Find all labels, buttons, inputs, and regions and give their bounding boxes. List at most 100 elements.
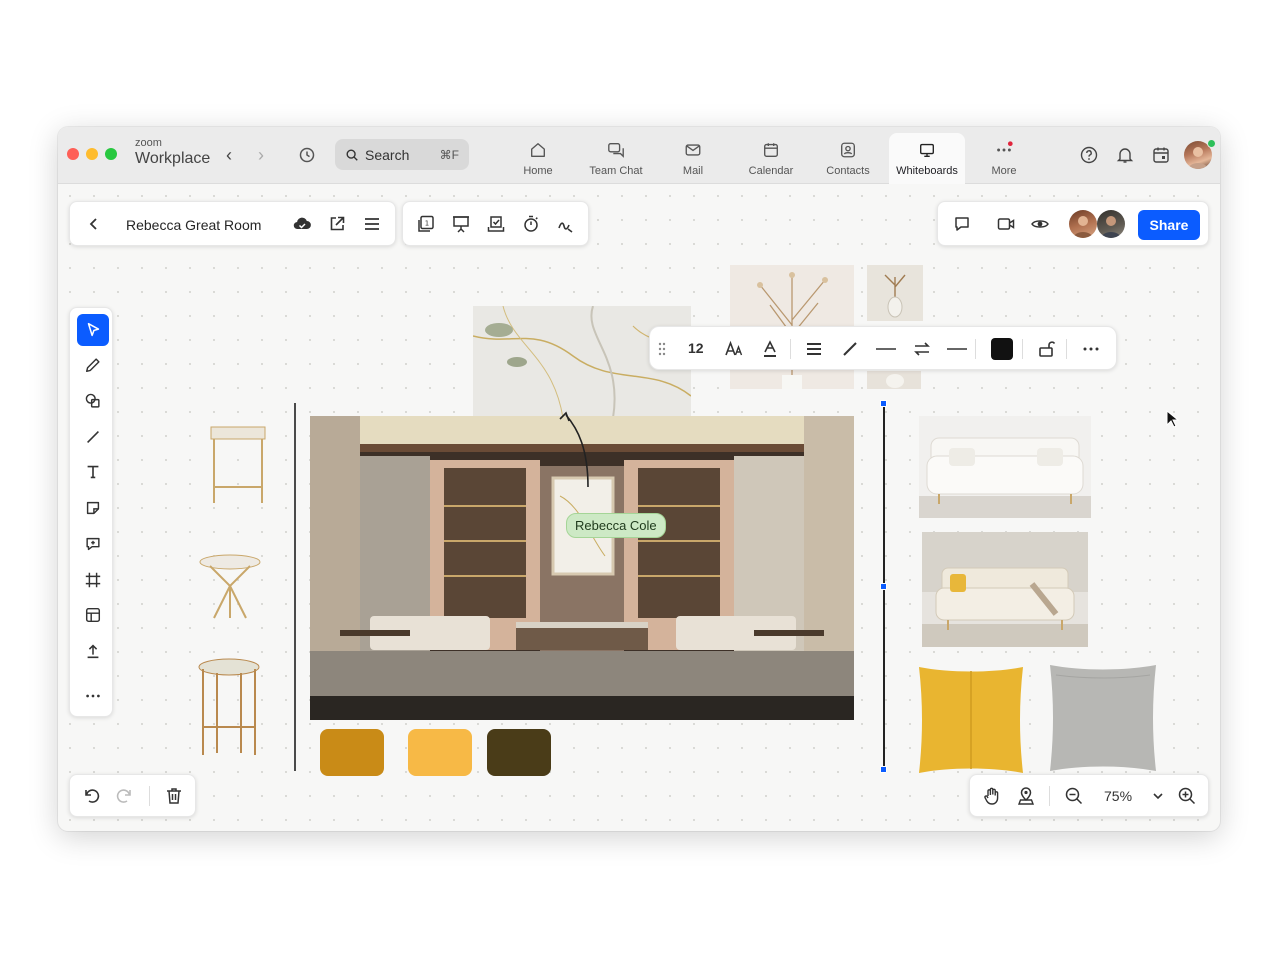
shapes-tool[interactable]	[77, 385, 109, 417]
notifications-icon[interactable]	[1115, 145, 1135, 165]
zoom-window-button[interactable]	[105, 148, 117, 160]
text-size-icon[interactable]	[724, 339, 744, 359]
cloud-sync-icon[interactable]	[292, 214, 312, 234]
search-icon	[346, 148, 358, 161]
follow-view-icon[interactable]	[1030, 214, 1050, 234]
tab-team-chat-label: Team Chat	[589, 164, 643, 177]
app-logo: zoom Workplace	[135, 138, 210, 167]
white-sofa-image[interactable]	[919, 416, 1091, 518]
zoom-in-icon[interactable]	[1177, 786, 1197, 806]
pen-tool[interactable]	[77, 349, 109, 381]
side-table-tall-image[interactable]	[195, 657, 263, 761]
arrow-direction-icon[interactable]	[912, 339, 932, 359]
color-swatch[interactable]	[320, 729, 384, 776]
zoom-level[interactable]: 75%	[1104, 788, 1132, 804]
line-end-icon[interactable]	[947, 339, 967, 359]
connector-arrow[interactable]	[558, 409, 598, 489]
help-icon[interactable]	[1079, 145, 1099, 165]
frame-tool[interactable]	[77, 564, 109, 596]
format-toolbar: 12	[649, 326, 1117, 370]
tab-mail[interactable]: Mail	[655, 133, 731, 184]
upload-tool[interactable]	[77, 635, 109, 667]
line-tool[interactable]	[77, 421, 109, 453]
close-window-button[interactable]	[67, 148, 79, 160]
cursor-arrow-icon	[87, 322, 100, 337]
back-icon[interactable]	[84, 214, 104, 234]
frame-icon	[85, 572, 101, 588]
separator	[1022, 339, 1023, 359]
gray-pillow-image[interactable]	[1044, 661, 1162, 775]
tab-team-chat[interactable]: Team Chat	[578, 133, 654, 184]
contacts-icon	[841, 142, 855, 157]
brand-small: zoom	[135, 137, 162, 149]
templates-tool[interactable]	[77, 599, 109, 631]
color-picker[interactable]	[991, 338, 1013, 360]
home-icon	[531, 142, 545, 157]
decor-image[interactable]	[867, 371, 921, 389]
tab-calendar[interactable]: Calendar	[733, 133, 809, 184]
collaborator-avatar[interactable]	[1069, 210, 1097, 238]
delete-icon[interactable]	[164, 786, 184, 806]
video-icon[interactable]	[996, 214, 1016, 234]
more-options-icon[interactable]	[1081, 339, 1101, 359]
more-horizontal-icon	[86, 694, 100, 698]
app-window: zoom Workplace ‹ › Search ⌘F Home Team C…	[58, 127, 1220, 831]
vote-icon[interactable]	[486, 214, 506, 234]
share-button[interactable]: Share	[1138, 210, 1200, 240]
hand-pan-icon[interactable]	[982, 786, 1002, 806]
undo-icon[interactable]	[81, 786, 101, 806]
divider-line	[294, 403, 296, 771]
selection-handle[interactable]	[880, 583, 887, 590]
comment-tool[interactable]	[77, 528, 109, 560]
side-table-square-image[interactable]	[205, 423, 271, 507]
board-title[interactable]: Rebecca Great Room	[126, 217, 261, 233]
chat-icon	[608, 142, 624, 158]
comments-icon[interactable]	[952, 214, 972, 234]
separator	[149, 786, 150, 806]
side-table-round-image[interactable]	[196, 552, 264, 622]
redo-icon[interactable]	[115, 786, 135, 806]
color-swatch[interactable]	[487, 729, 551, 776]
forward-arrow-icon[interactable]: ›	[258, 145, 264, 166]
tab-contacts[interactable]: Contacts	[810, 133, 886, 184]
search-input[interactable]: Search ⌘F	[335, 139, 469, 170]
history-icon[interactable]	[297, 145, 317, 165]
tab-whiteboards[interactable]: Whiteboards	[889, 133, 965, 184]
open-external-icon[interactable]	[327, 214, 347, 234]
selection-handle[interactable]	[880, 766, 887, 773]
calendar-widget-icon[interactable]	[1151, 145, 1171, 165]
tab-home[interactable]: Home	[500, 133, 576, 184]
color-swatch[interactable]	[408, 729, 472, 776]
menu-icon[interactable]	[362, 214, 382, 234]
chevron-down-icon[interactable]	[1148, 786, 1168, 806]
sticky-note-tool[interactable]	[77, 492, 109, 524]
minimize-window-button[interactable]	[86, 148, 98, 160]
tab-calendar-label: Calendar	[748, 164, 794, 177]
laser-pointer-icon[interactable]	[556, 214, 576, 234]
present-icon[interactable]	[451, 214, 471, 234]
back-arrow-icon[interactable]: ‹	[226, 145, 232, 166]
locate-icon[interactable]	[1016, 786, 1036, 806]
collaborator-avatar[interactable]	[1097, 210, 1125, 238]
more-tools[interactable]	[77, 680, 109, 712]
drag-handle-icon[interactable]	[652, 339, 672, 359]
yellow-pillow-image[interactable]	[913, 663, 1029, 777]
text-color-icon[interactable]	[760, 339, 780, 359]
timer-icon[interactable]	[521, 214, 541, 234]
pages-icon[interactable]: 1	[416, 214, 436, 234]
text-tool[interactable]	[77, 456, 109, 488]
font-size-select[interactable]: 12	[688, 340, 704, 356]
vase-image[interactable]	[867, 265, 923, 321]
line-style-icon[interactable]	[840, 339, 860, 359]
title-bar: zoom Workplace ‹ › Search ⌘F Home Team C…	[58, 127, 1220, 184]
unlock-icon[interactable]	[1036, 339, 1056, 359]
align-icon[interactable]	[804, 339, 824, 359]
tab-more[interactable]: More	[966, 133, 1042, 184]
line-weight-icon[interactable]	[876, 339, 896, 359]
board-header-panel: Rebecca Great Room	[69, 201, 396, 246]
selection-handle[interactable]	[880, 400, 887, 407]
select-tool[interactable]	[77, 314, 109, 346]
cream-sofa-image[interactable]	[922, 532, 1088, 647]
search-shortcut: ⌘F	[439, 147, 459, 162]
zoom-out-icon[interactable]	[1064, 786, 1084, 806]
